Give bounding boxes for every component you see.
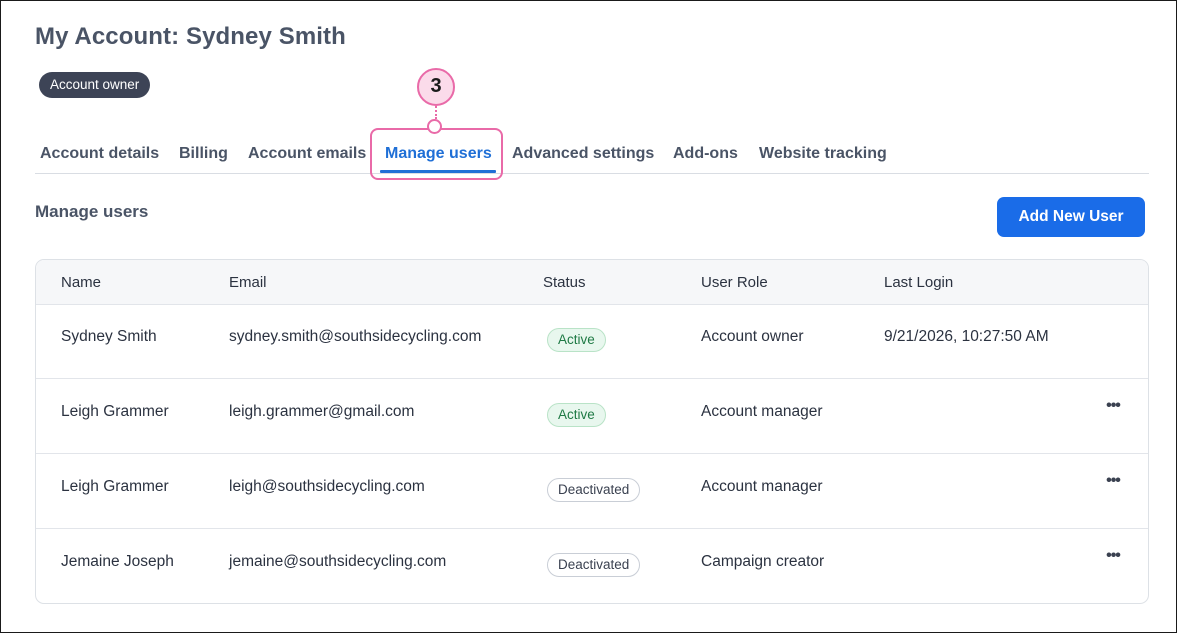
account-role-badge: Account owner [39,72,151,98]
add-new-user-button[interactable]: Add New User [997,197,1145,237]
account-tabs: Account details Billing Account emails M… [35,141,1149,174]
column-header-email[interactable]: Email [229,274,267,291]
tab-account-emails[interactable]: Account emails [248,145,366,163]
tab-website-tracking[interactable]: Website tracking [759,145,887,163]
column-header-name[interactable]: Name [61,274,101,291]
user-email: sydney.smith@southsidecycling.com [229,328,482,345]
status-badge: Active [547,328,606,352]
section-title: Manage users [35,202,149,221]
table-row: Leigh Grammer leigh@southsidecycling.com… [36,454,1148,529]
account-page: My Account: Sydney Smith Account owner A… [0,0,1177,633]
tab-advanced-settings[interactable]: Advanced settings [512,145,654,163]
status-badge: Deactivated [547,553,641,577]
page-title: My Account: Sydney Smith [35,23,346,50]
callout-step-number: 3 [417,68,455,106]
more-options-icon[interactable]: ••• [1102,398,1124,417]
user-name: Sydney Smith [61,328,157,345]
user-email: jemaine@southsidecycling.com [229,553,447,570]
user-name: Leigh Grammer [61,478,169,495]
tab-add-ons[interactable]: Add-ons [673,145,738,163]
tab-account-details[interactable]: Account details [40,145,159,163]
more-options-icon[interactable]: ••• [1102,548,1124,567]
tab-billing[interactable]: Billing [179,145,228,163]
column-header-status[interactable]: Status [543,274,586,291]
callout-highlight-box [370,128,503,180]
table-row: Jemaine Joseph jemaine@southsidecycling.… [36,529,1148,603]
user-role: Account owner [701,328,804,345]
table-row: Leigh Grammer leigh.grammer@gmail.com Ac… [36,379,1148,454]
more-options-icon[interactable]: ••• [1102,473,1124,492]
users-table: Name Email Status User Role Last Login S… [35,259,1149,604]
user-name: Jemaine Joseph [61,553,174,570]
table-header: Name Email Status User Role Last Login [36,260,1148,305]
user-email: leigh.grammer@gmail.com [229,403,415,420]
status-badge: Active [547,403,606,427]
status-badge: Deactivated [547,478,641,502]
user-name: Leigh Grammer [61,403,169,420]
user-role: Account manager [701,478,823,495]
callout-anchor-dot [427,119,442,134]
column-header-user-role[interactable]: User Role [701,274,768,291]
user-email: leigh@southsidecycling.com [229,478,425,495]
user-role: Campaign creator [701,553,825,570]
last-login: 9/21/2026, 10:27:50 AM [884,328,1049,345]
table-row: Sydney Smith sydney.smith@southsidecycli… [36,304,1148,379]
user-role: Account manager [701,403,823,420]
column-header-last-login[interactable]: Last Login [884,274,953,291]
